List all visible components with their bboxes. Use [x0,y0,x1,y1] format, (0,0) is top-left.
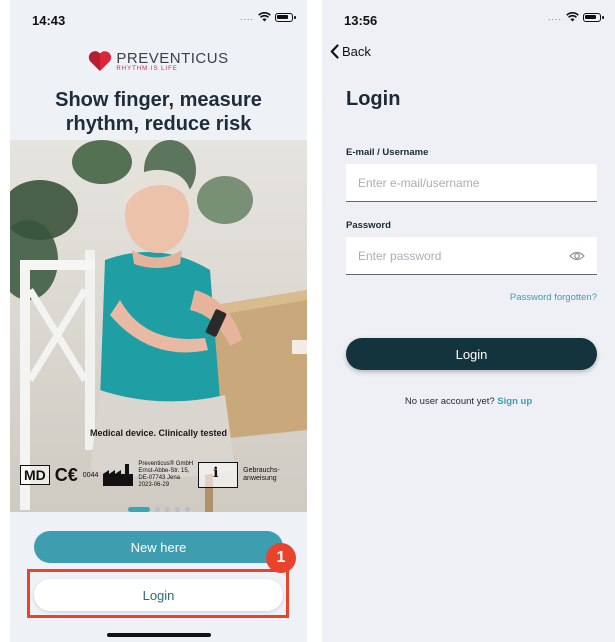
show-password-eye-icon[interactable] [569,250,585,262]
no-account-text: No user account yet? [404,396,495,407]
page-dot-active[interactable] [127,507,150,512]
certification-caption: Medical device. Clinically tested [89,428,228,438]
certification-row: MD C€ 0044 Preventicus® GmbH Ernst-Abbe-… [20,458,301,492]
wifi-icon [566,12,579,22]
page-dot[interactable] [174,507,180,512]
manufacturer-icon [103,464,134,486]
page-title: Login [346,88,401,110]
status-time: 13:56 [344,13,378,28]
brand-tagline: RHYTHM IS LIFE [116,66,178,72]
welcome-screen: 14:43 .... PREVENTICUS RHYTHM IS LIFE Sh… [10,0,307,642]
status-icons: .... [239,12,296,22]
instructions-for-use-icon: i [198,462,239,488]
back-label: Back [342,44,371,59]
woman-with-phone-illustration [10,140,307,512]
back-button[interactable]: Back [330,44,371,59]
sign-up-link[interactable]: Sign up [497,396,532,407]
battery-icon [275,12,296,22]
signal-icon: .... [239,12,254,22]
onboarding-photo [10,140,307,512]
login-screen: 13:56 .... Back Login E-mail / Username … [322,0,615,642]
email-field[interactable] [346,164,597,202]
page-indicator[interactable] [10,507,307,512]
headline: Show finger, measure rhythm, reduce risk [55,89,262,135]
password-field[interactable] [346,237,597,275]
brand-logo: PREVENTICUS RHYTHM IS LIFE [10,50,307,72]
login-submit-button[interactable]: Login [346,338,597,370]
ifu-symbol: i [213,465,219,481]
status-bar: 14:43 .... [10,0,307,40]
chevron-left-icon [330,44,339,59]
new-here-button[interactable]: New here [34,531,283,563]
ifu-line: Gebrauchs- [243,467,280,474]
ce-number: 0044 [82,471,99,479]
manufacturer-info: Preventicus® GmbH Ernst-Abbe-Str. 15, DE… [138,461,193,489]
brand-name: PREVENTICUS [116,50,229,67]
manufacturer-line: Preventicus® GmbH [138,461,194,467]
signal-icon: .... [547,12,562,22]
login-button[interactable]: Login [34,579,283,611]
status-time: 14:43 [32,13,66,28]
ifu-label: Gebrauchs- anweisung [243,467,280,483]
page-dot[interactable] [164,507,170,512]
wifi-icon [258,12,271,22]
status-bar: 13:56 .... [322,0,615,40]
password-forgotten-link[interactable]: Password forgotten? [510,292,597,303]
page-dot[interactable] [184,507,190,512]
ce-mark: C€ [54,464,78,485]
manufacturer-line: Ernst-Abbe-Str. 15, [138,468,190,474]
ifu-line: anweisung [243,475,277,482]
step-marker-badge: 1 [266,543,296,573]
status-icons: .... [547,12,604,22]
battery-icon [583,12,604,22]
heart-logo-icon [89,51,112,71]
signup-row: No user account yet? Sign up [322,396,615,407]
manufacturer-line: DE-07743 Jena [138,475,181,481]
password-label: Password [346,220,391,231]
email-label: E-mail / Username [346,147,429,158]
md-label: MD [20,465,50,485]
manufacturer-line: 2023-06-29 [138,482,170,488]
page-dot[interactable] [154,507,160,512]
home-indicator[interactable] [107,633,211,637]
